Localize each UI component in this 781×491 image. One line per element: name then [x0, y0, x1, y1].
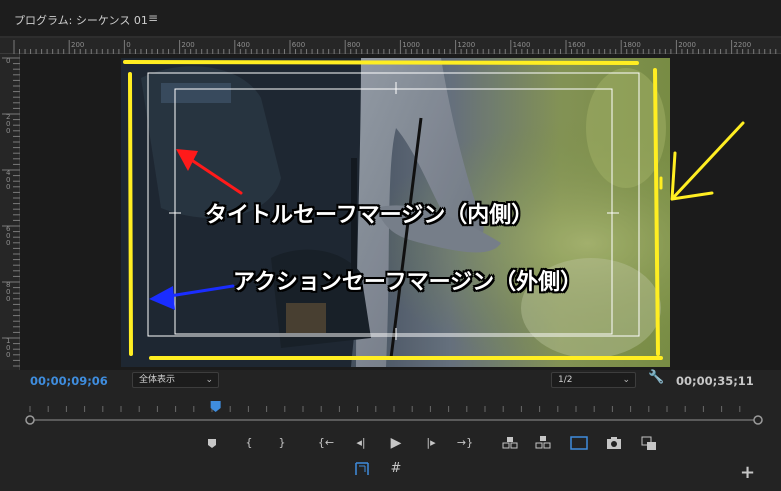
zoom-select[interactable]: 全体表示 ⌄ — [132, 372, 219, 388]
ruler-top-label: 0 — [126, 41, 130, 49]
safe-margin-toggle-icon[interactable] — [352, 459, 372, 479]
ruler-top-label: 1000 — [402, 41, 420, 49]
time-ruler-svg — [25, 401, 763, 425]
resolution-select[interactable]: 1/2 ⌄ — [551, 372, 636, 388]
lift-icon[interactable] — [500, 433, 520, 453]
safe-margins-icon[interactable] — [569, 433, 589, 453]
ruler-left-label: 0 — [6, 295, 10, 303]
ruler-left-label: 0 — [6, 57, 10, 65]
panel-title[interactable]: プログラム: シーケンス 01 — [14, 12, 148, 28]
ruler-top-label: 1600 — [568, 41, 586, 49]
hamburger-menu-icon[interactable]: ≡ — [148, 11, 158, 25]
ruler-top-label: 2200 — [733, 41, 751, 49]
total-duration-timecode: 00;00;35;11 — [676, 374, 754, 388]
ruler-top-label: 1200 — [457, 41, 475, 49]
ruler-left-label: 0 — [6, 239, 10, 247]
zoom-handle-right[interactable] — [753, 415, 763, 425]
go-to-out-icon[interactable]: →} — [455, 433, 475, 453]
export-frame-icon[interactable] — [604, 433, 624, 453]
time-ruler[interactable] — [24, 398, 764, 428]
ruler-left-label: 0 — [6, 127, 10, 135]
chevron-down-icon: ⌄ — [205, 375, 213, 385]
chevron-down-icon: ⌄ — [622, 375, 630, 385]
panel-header: プログラム: シーケンス 01 ≡ — [0, 0, 781, 38]
title-safe-label: タイトルセーフマージン（内側） — [205, 203, 534, 228]
ruler-top-label: 1400 — [513, 41, 531, 49]
ruler-top-label: 200 — [71, 41, 84, 49]
mark-in-icon[interactable]: { — [239, 433, 259, 453]
ruler-top-label: 200 — [181, 41, 194, 49]
ruler-left-label: 0 — [6, 183, 10, 191]
ruler-top-label: 800 — [347, 41, 360, 49]
ruler-left-label: 0 — [6, 351, 10, 359]
add-button-icon[interactable]: + — [740, 462, 755, 483]
action-safe-label: アクションセーフマージン（外側） — [233, 270, 583, 295]
step-forward-icon[interactable]: |▸ — [421, 433, 441, 453]
current-timecode[interactable]: 00;00;09;06 — [30, 374, 108, 388]
grid-icon[interactable]: # — [386, 459, 406, 479]
ruler-top-label: 600 — [292, 41, 305, 49]
play-icon[interactable]: ▶ — [386, 433, 406, 453]
zoom-select-value: 全体表示 — [139, 375, 176, 385]
mark-out-icon[interactable]: } — [272, 433, 292, 453]
ruler-top-ticks: 200 0 200 400 600 800 1000 1200 1400 1600 1800 2000… — [13, 40, 777, 54]
zoom-handle-left[interactable] — [25, 415, 35, 425]
ruler-top: 200 0 200 400 600 800 1000 1200 1400 1600 1800 2000… — [0, 38, 781, 54]
settings-wrench-icon[interactable]: 🔧 — [648, 370, 664, 385]
ruler-top-label: 400 — [237, 41, 250, 49]
compare-view-icon[interactable] — [639, 433, 659, 453]
step-back-icon[interactable]: ◂| — [351, 433, 371, 453]
go-to-in-icon[interactable]: {← — [316, 433, 336, 453]
ruler-left: 0200400600800100 — [0, 54, 20, 370]
yellow-pointer-arrow — [670, 121, 745, 201]
resolution-select-value: 1/2 — [558, 375, 573, 385]
ruler-left-ticks: 0200400600800100 — [2, 57, 20, 367]
ruler-top-label: 2000 — [678, 41, 696, 49]
add-marker-icon[interactable] — [202, 433, 222, 453]
ruler-top-label: 1800 — [623, 41, 641, 49]
extract-icon[interactable] — [533, 433, 553, 453]
